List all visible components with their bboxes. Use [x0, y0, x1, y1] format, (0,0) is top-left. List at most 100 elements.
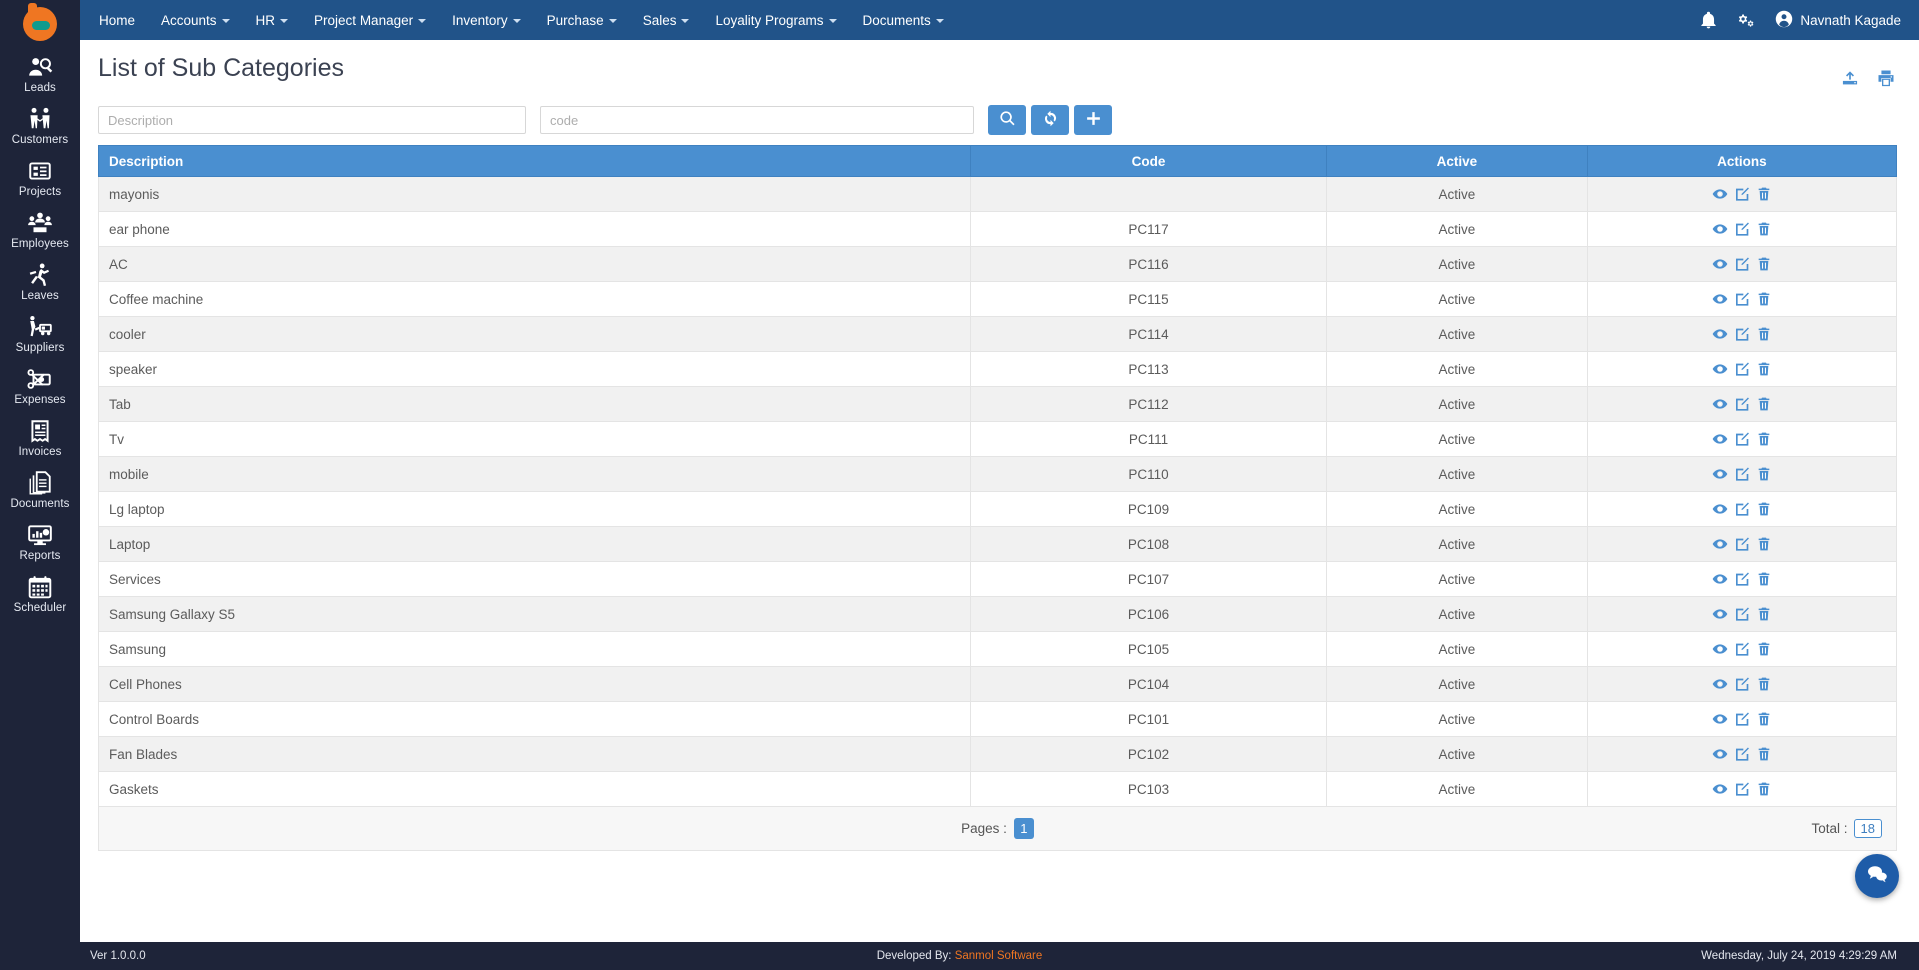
edit-icon[interactable] [1734, 256, 1750, 272]
row-action-group [1588, 781, 1896, 797]
nav-item-purchase[interactable]: Purchase [534, 3, 630, 38]
trash-icon[interactable] [1756, 676, 1772, 692]
nav-item-documents[interactable]: Documents [850, 3, 957, 38]
eye-icon[interactable] [1712, 501, 1728, 517]
column-header-description[interactable]: Description [97, 145, 972, 177]
sidebar-item-scheduler[interactable]: Scheduler [0, 568, 80, 620]
nav-item-accounts[interactable]: Accounts [148, 3, 243, 38]
column-header-active[interactable]: Active [1326, 145, 1588, 177]
nav-item-hr[interactable]: HR [243, 3, 302, 38]
filter-bar [80, 93, 1919, 145]
developer-link[interactable]: Sanmol Software [955, 950, 1043, 962]
edit-icon[interactable] [1734, 641, 1750, 657]
nav-item-home[interactable]: Home [86, 3, 148, 38]
edit-icon[interactable] [1734, 606, 1750, 622]
sidebar-item-projects[interactable]: Projects [0, 152, 80, 204]
trash-icon[interactable] [1756, 536, 1772, 552]
sidebar-item-employees[interactable]: Employees [0, 204, 80, 256]
trash-icon[interactable] [1756, 571, 1772, 587]
eye-icon[interactable] [1712, 676, 1728, 692]
code-filter-input[interactable] [540, 106, 974, 134]
edit-icon[interactable] [1734, 676, 1750, 692]
sidebar-item-expenses[interactable]: Expenses [0, 360, 80, 412]
cell-active: Active [1326, 211, 1588, 247]
trash-icon[interactable] [1756, 501, 1772, 517]
trash-icon[interactable] [1756, 291, 1772, 307]
trash-icon[interactable] [1756, 466, 1772, 482]
sidebar-item-leaves[interactable]: Leaves [0, 256, 80, 308]
sidebar-item-suppliers[interactable]: Suppliers [0, 308, 80, 360]
user-menu[interactable]: Navnath Kagade [1775, 10, 1901, 31]
eye-icon[interactable] [1712, 396, 1728, 412]
eye-icon[interactable] [1712, 781, 1728, 797]
edit-icon[interactable] [1734, 571, 1750, 587]
eye-icon[interactable] [1712, 746, 1728, 762]
nav-item-sales[interactable]: Sales [630, 3, 703, 38]
eye-icon[interactable] [1712, 431, 1728, 447]
trash-icon[interactable] [1756, 746, 1772, 762]
edit-icon[interactable] [1734, 396, 1750, 412]
bell-icon[interactable] [1699, 11, 1718, 30]
trash-icon[interactable] [1756, 641, 1772, 657]
eye-icon[interactable] [1712, 571, 1728, 587]
page-number-1[interactable]: 1 [1013, 818, 1034, 839]
trash-icon[interactable] [1756, 781, 1772, 797]
nav-item-loyality-programs[interactable]: Loyality Programs [702, 3, 849, 38]
sidebar-item-invoices[interactable]: Invoices [0, 412, 80, 464]
upload-icon[interactable] [1839, 68, 1861, 93]
print-icon[interactable] [1875, 68, 1897, 93]
sidebar-item-label: Leads [24, 82, 56, 94]
edit-icon[interactable] [1734, 326, 1750, 342]
chat-button[interactable] [1855, 854, 1899, 898]
trash-icon[interactable] [1756, 361, 1772, 377]
eye-icon[interactable] [1712, 536, 1728, 552]
sidebar-item-documents[interactable]: Documents [0, 464, 80, 516]
edit-icon[interactable] [1734, 291, 1750, 307]
gears-icon[interactable] [1736, 11, 1757, 30]
table-row: Lg laptop PC109 Active [97, 491, 1898, 527]
trash-icon[interactable] [1756, 606, 1772, 622]
column-header-code[interactable]: Code [970, 145, 1328, 177]
eye-icon[interactable] [1712, 606, 1728, 622]
footer-datetime: Wednesday, July 24, 2019 4:29:29 AM [1701, 950, 1897, 962]
edit-icon[interactable] [1734, 361, 1750, 377]
eye-icon[interactable] [1712, 221, 1728, 237]
trash-icon[interactable] [1756, 186, 1772, 202]
add-button[interactable] [1074, 105, 1112, 135]
cell-code: PC105 [970, 631, 1328, 667]
refresh-button[interactable] [1031, 105, 1069, 135]
chevron-down-icon [608, 19, 617, 23]
edit-icon[interactable] [1734, 221, 1750, 237]
edit-icon[interactable] [1734, 466, 1750, 482]
trash-icon[interactable] [1756, 256, 1772, 272]
edit-icon[interactable] [1734, 186, 1750, 202]
edit-icon[interactable] [1734, 711, 1750, 727]
edit-icon[interactable] [1734, 781, 1750, 797]
edit-icon[interactable] [1734, 536, 1750, 552]
edit-icon[interactable] [1734, 501, 1750, 517]
eye-icon[interactable] [1712, 711, 1728, 727]
edit-icon[interactable] [1734, 746, 1750, 762]
eye-icon[interactable] [1712, 326, 1728, 342]
nav-item-inventory[interactable]: Inventory [439, 3, 534, 38]
sidebar-item-reports[interactable]: Reports [0, 516, 80, 568]
description-filter-input[interactable] [98, 106, 526, 134]
sidebar-item-leads[interactable]: Leads [0, 48, 80, 100]
sidebar-item-customers[interactable]: Customers [0, 100, 80, 152]
nav-item-project-manager[interactable]: Project Manager [301, 3, 439, 38]
eye-icon[interactable] [1712, 291, 1728, 307]
search-button[interactable] [988, 105, 1026, 135]
eye-icon[interactable] [1712, 361, 1728, 377]
cell-actions [1586, 701, 1898, 737]
eye-icon[interactable] [1712, 466, 1728, 482]
trash-icon[interactable] [1756, 221, 1772, 237]
eye-icon[interactable] [1712, 256, 1728, 272]
eye-icon[interactable] [1712, 186, 1728, 202]
brand-logo[interactable] [0, 0, 80, 48]
eye-icon[interactable] [1712, 641, 1728, 657]
trash-icon[interactable] [1756, 431, 1772, 447]
trash-icon[interactable] [1756, 711, 1772, 727]
trash-icon[interactable] [1756, 326, 1772, 342]
trash-icon[interactable] [1756, 396, 1772, 412]
edit-icon[interactable] [1734, 431, 1750, 447]
